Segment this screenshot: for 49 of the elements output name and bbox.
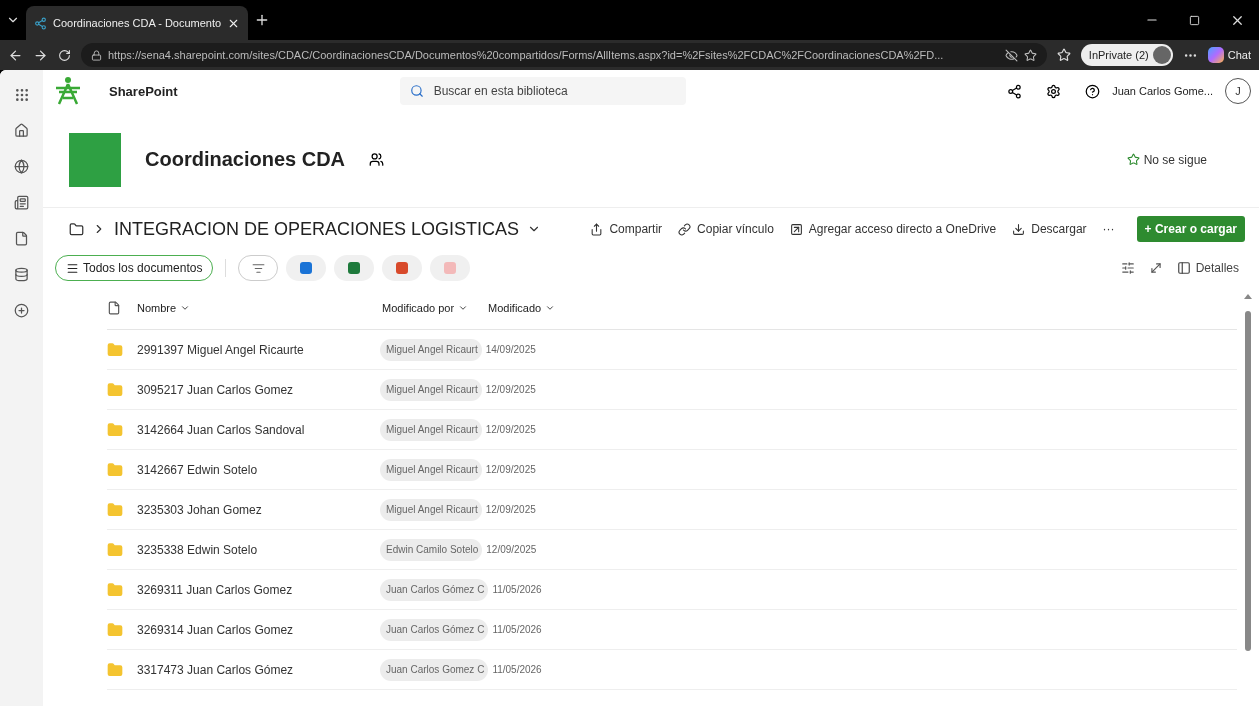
modified-by[interactable]: Juan Carlos Gómez C (380, 578, 489, 601)
breadcrumb-title[interactable]: INTEGRACION DE OPERACIONES LOGISTICAS (114, 218, 520, 240)
column-header[interactable]: Modificado por (382, 301, 488, 314)
file-name[interactable]: 3095217 Juan Carlos Gomez (137, 382, 380, 397)
search-field[interactable]: Buscar en esta biblioteca (399, 77, 686, 105)
file-name[interactable]: 3317473 Juan Carlos Gómez (137, 662, 380, 677)
tab-title: Coordinaciones CDA - Documento (53, 17, 222, 29)
modified-date: 12/09/2025 (485, 384, 536, 395)
modified-date: 11/05/2026 (492, 624, 542, 635)
site-title: Coordinaciones CDA (145, 148, 346, 171)
toolbar-action[interactable]: Descargar (1008, 222, 1091, 236)
modified-by[interactable]: Miguel Angel Ricaurt (380, 338, 482, 361)
file-name[interactable]: 2991397 Miguel Angel Ricaurte (137, 342, 380, 357)
app-name[interactable]: SharePoint (109, 83, 178, 99)
details-button[interactable]: Detalles (1170, 260, 1245, 276)
browser-tab[interactable]: Coordinaciones CDA - Documento (26, 6, 249, 40)
modified-date: 14/09/2025 (485, 344, 536, 355)
column-header[interactable]: Nombre (137, 301, 382, 314)
modified-date: 11/05/2026 (492, 584, 542, 595)
inprivate-button[interactable]: InPrivate (2) (1080, 44, 1173, 66)
modified-date: 12/09/2025 (485, 464, 536, 475)
toolbar-action[interactable]: Compartir (586, 222, 667, 236)
file-name[interactable]: 3269314 Juan Carlos Gomez (137, 622, 380, 637)
file-name[interactable]: 3142664 Juan Carlos Sandoval (137, 422, 380, 437)
view-selector[interactable]: Todos los documentos (55, 255, 214, 281)
address-bar[interactable]: https://sena4.sharepoint.com/sites/CDAC/CoordinacionesCDA/Documentos%20compartidos/Forms/AllItems.aspx?id=%2Fsites%2FCDAC%2FCoordinacionesCDA%2FD... (81, 43, 1047, 67)
modified-by[interactable]: Juan Carlos Gomez C (380, 658, 489, 681)
more-actions[interactable]: ··· (1098, 222, 1119, 236)
file-name[interactable]: 3235303 Johan Gomez (137, 502, 380, 517)
modified-date: 12/09/2025 (485, 424, 536, 435)
file-name[interactable]: 3235338 Edwin Sotelo (137, 542, 380, 557)
file-name[interactable]: 3142667 Edwin Sotelo (137, 462, 380, 477)
modified-date: 12/09/2025 (486, 544, 537, 555)
modified-date: 12/09/2025 (485, 504, 536, 515)
toolbar-action[interactable]: Agregar acceso directo a OneDrive (785, 222, 1001, 236)
follow-button[interactable]: No se sigue (1120, 151, 1213, 168)
toolbar-action[interactable]: Copiar vínculo (674, 222, 778, 236)
modified-by[interactable]: Miguel Angel Ricaurt (380, 418, 482, 441)
create-upload-button[interactable]: + Crear o cargar (1136, 216, 1245, 242)
modified-date: 11/05/2026 (492, 664, 542, 675)
user-name[interactable]: Juan Carlos Gome... (1112, 85, 1213, 97)
chat-button[interactable]: Chat (1207, 47, 1251, 63)
file-name[interactable]: 3269311 Juan Carlos Gomez (137, 582, 380, 597)
modified-by[interactable]: Juan Carlos Gómez C (380, 618, 489, 641)
modified-by[interactable]: Miguel Angel Ricaurt (380, 498, 482, 521)
modified-by[interactable]: Edwin Camilo Sotelo (380, 538, 483, 561)
modified-by[interactable]: Miguel Angel Ricaurt (380, 378, 482, 401)
column-header[interactable]: Modificado (488, 301, 578, 314)
modified-by[interactable]: Miguel Angel Ricaurt (380, 458, 482, 481)
